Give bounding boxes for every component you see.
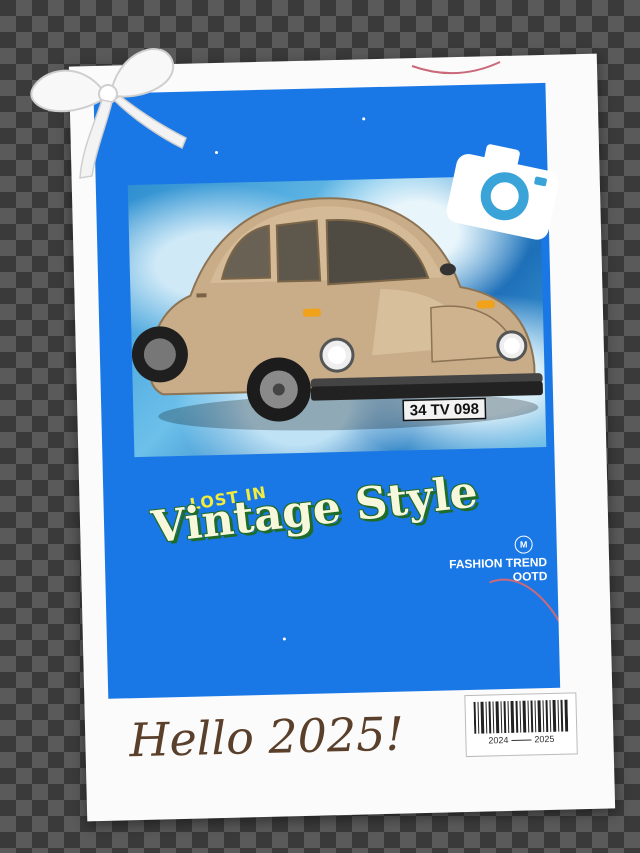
license-plate-text: 34 TV 098: [410, 401, 480, 420]
year-start: 2024: [488, 735, 509, 746]
barcode-bars: [473, 699, 569, 734]
ribbon-bow-icon: [30, 48, 187, 179]
doodle-line: [411, 61, 501, 74]
barcode-years: 2024 2025: [466, 733, 576, 746]
barcode: 2024 2025: [464, 692, 578, 758]
brand-logo-icon: M: [514, 535, 533, 554]
sparkle: [214, 150, 219, 155]
year-end: 2025: [534, 733, 555, 745]
doodle-swirl: [489, 578, 561, 632]
caption-text: Hello 2025!: [128, 706, 405, 768]
headline-large: Vintage Style: [149, 466, 481, 554]
sparkle: [362, 117, 366, 121]
sparkle: [282, 637, 286, 641]
